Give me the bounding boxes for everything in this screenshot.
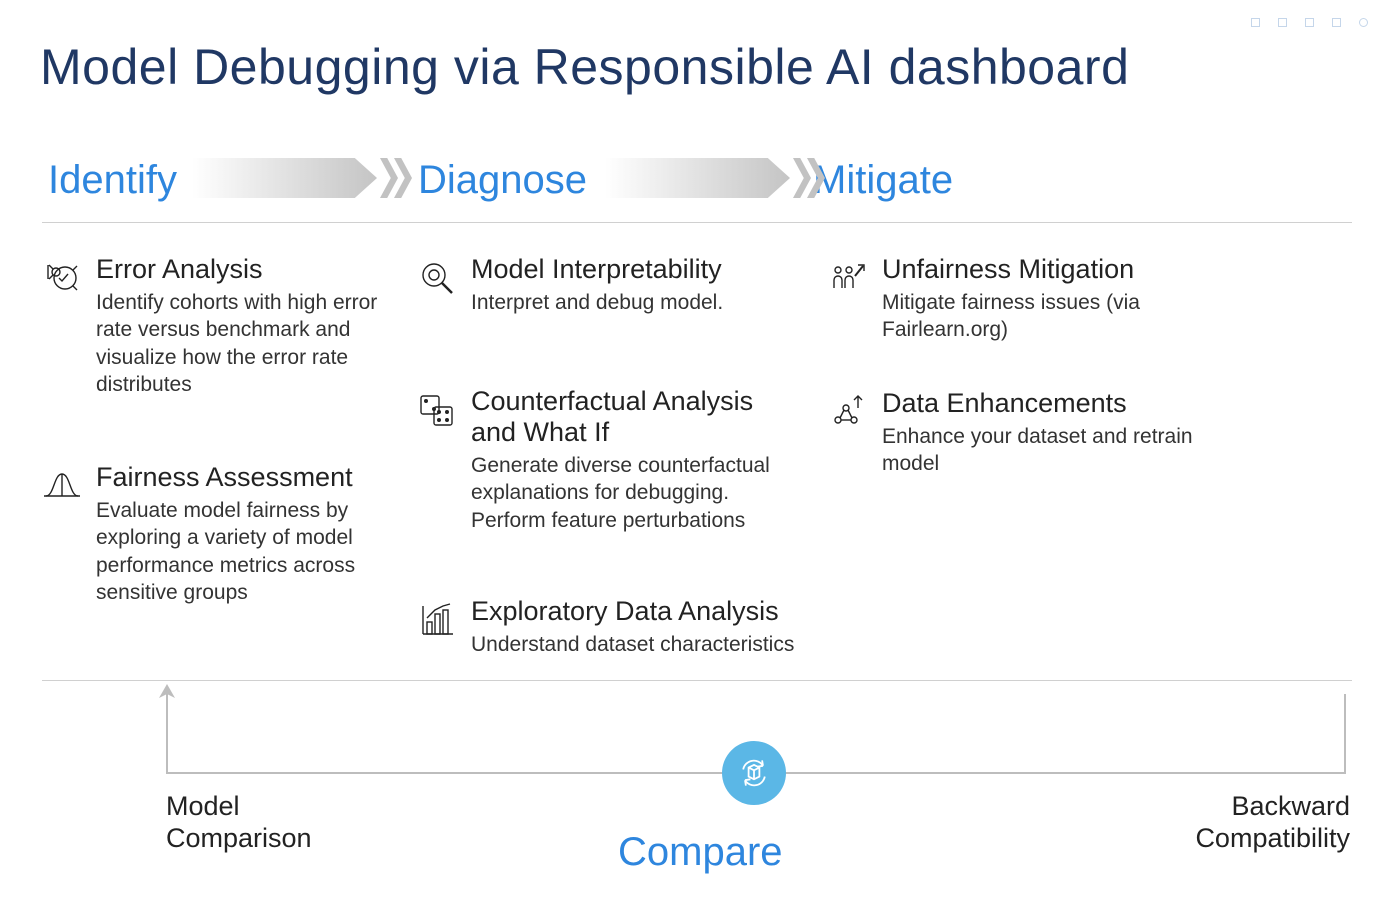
item-unfairness-mitigation: Unfairness Mitigation Mitigate fairness …	[828, 254, 1228, 344]
item-desc: Evaluate model fairness by exploring a v…	[96, 497, 410, 606]
item-title: Unfairness Mitigation	[882, 254, 1228, 285]
arrow-identify-to-diagnose	[192, 156, 417, 200]
compare-stage-label: Compare	[618, 830, 783, 875]
item-fairness-assessment: Fairness Assessment Evaluate model fairn…	[42, 462, 410, 606]
bar-chart-icon	[417, 600, 457, 640]
model-comparison-label: ModelComparison	[166, 790, 312, 855]
item-counterfactual: Counterfactual Analysis and What If Gene…	[417, 386, 799, 534]
item-desc: Identify cohorts with high error rate ve…	[96, 289, 410, 398]
header-divider	[42, 222, 1352, 223]
feedback-loop	[166, 694, 1346, 788]
network-up-icon	[828, 392, 868, 432]
item-title: Counterfactual Analysis and What If	[471, 386, 799, 448]
item-title: Error Analysis	[96, 254, 410, 285]
items-area: Error Analysis Identify cohorts with hig…	[42, 246, 1352, 674]
analysis-chart-icon	[42, 258, 82, 298]
item-title: Model Interpretability	[471, 254, 799, 285]
arrow-diagnose-to-mitigate	[605, 156, 830, 200]
item-data-enhancements: Data Enhancements Enhance your dataset a…	[828, 388, 1228, 478]
people-arrow-icon	[828, 258, 868, 298]
decorative-dots	[1251, 18, 1368, 27]
bell-curve-icon	[42, 466, 82, 506]
item-desc: Enhance your dataset and retrain model	[882, 423, 1228, 478]
stage-mitigate: Mitigate	[813, 152, 1208, 208]
item-desc: Generate diverse counterfactual explanat…	[471, 452, 799, 534]
page-title: Model Debugging via Responsible AI dashb…	[40, 38, 1129, 96]
item-error-analysis: Error Analysis Identify cohorts with hig…	[42, 254, 410, 398]
item-title: Exploratory Data Analysis	[471, 596, 817, 627]
item-desc: Understand dataset characteristics	[471, 631, 817, 658]
dice-icon	[417, 390, 457, 430]
item-desc: Interpret and debug model.	[471, 289, 799, 316]
item-title: Data Enhancements	[882, 388, 1228, 419]
item-title: Fairness Assessment	[96, 462, 410, 493]
magnifier-icon	[417, 258, 457, 298]
item-model-interpretability: Model Interpretability Interpret and deb…	[417, 254, 799, 316]
bottom-divider	[42, 680, 1352, 681]
item-desc: Mitigate fairness issues (via Fairlearn.…	[882, 289, 1228, 344]
compare-cycle-icon	[722, 741, 786, 805]
item-exploratory-data-analysis: Exploratory Data Analysis Understand dat…	[417, 596, 817, 658]
backward-compatibility-label: BackwardCompatibility	[1195, 790, 1350, 855]
